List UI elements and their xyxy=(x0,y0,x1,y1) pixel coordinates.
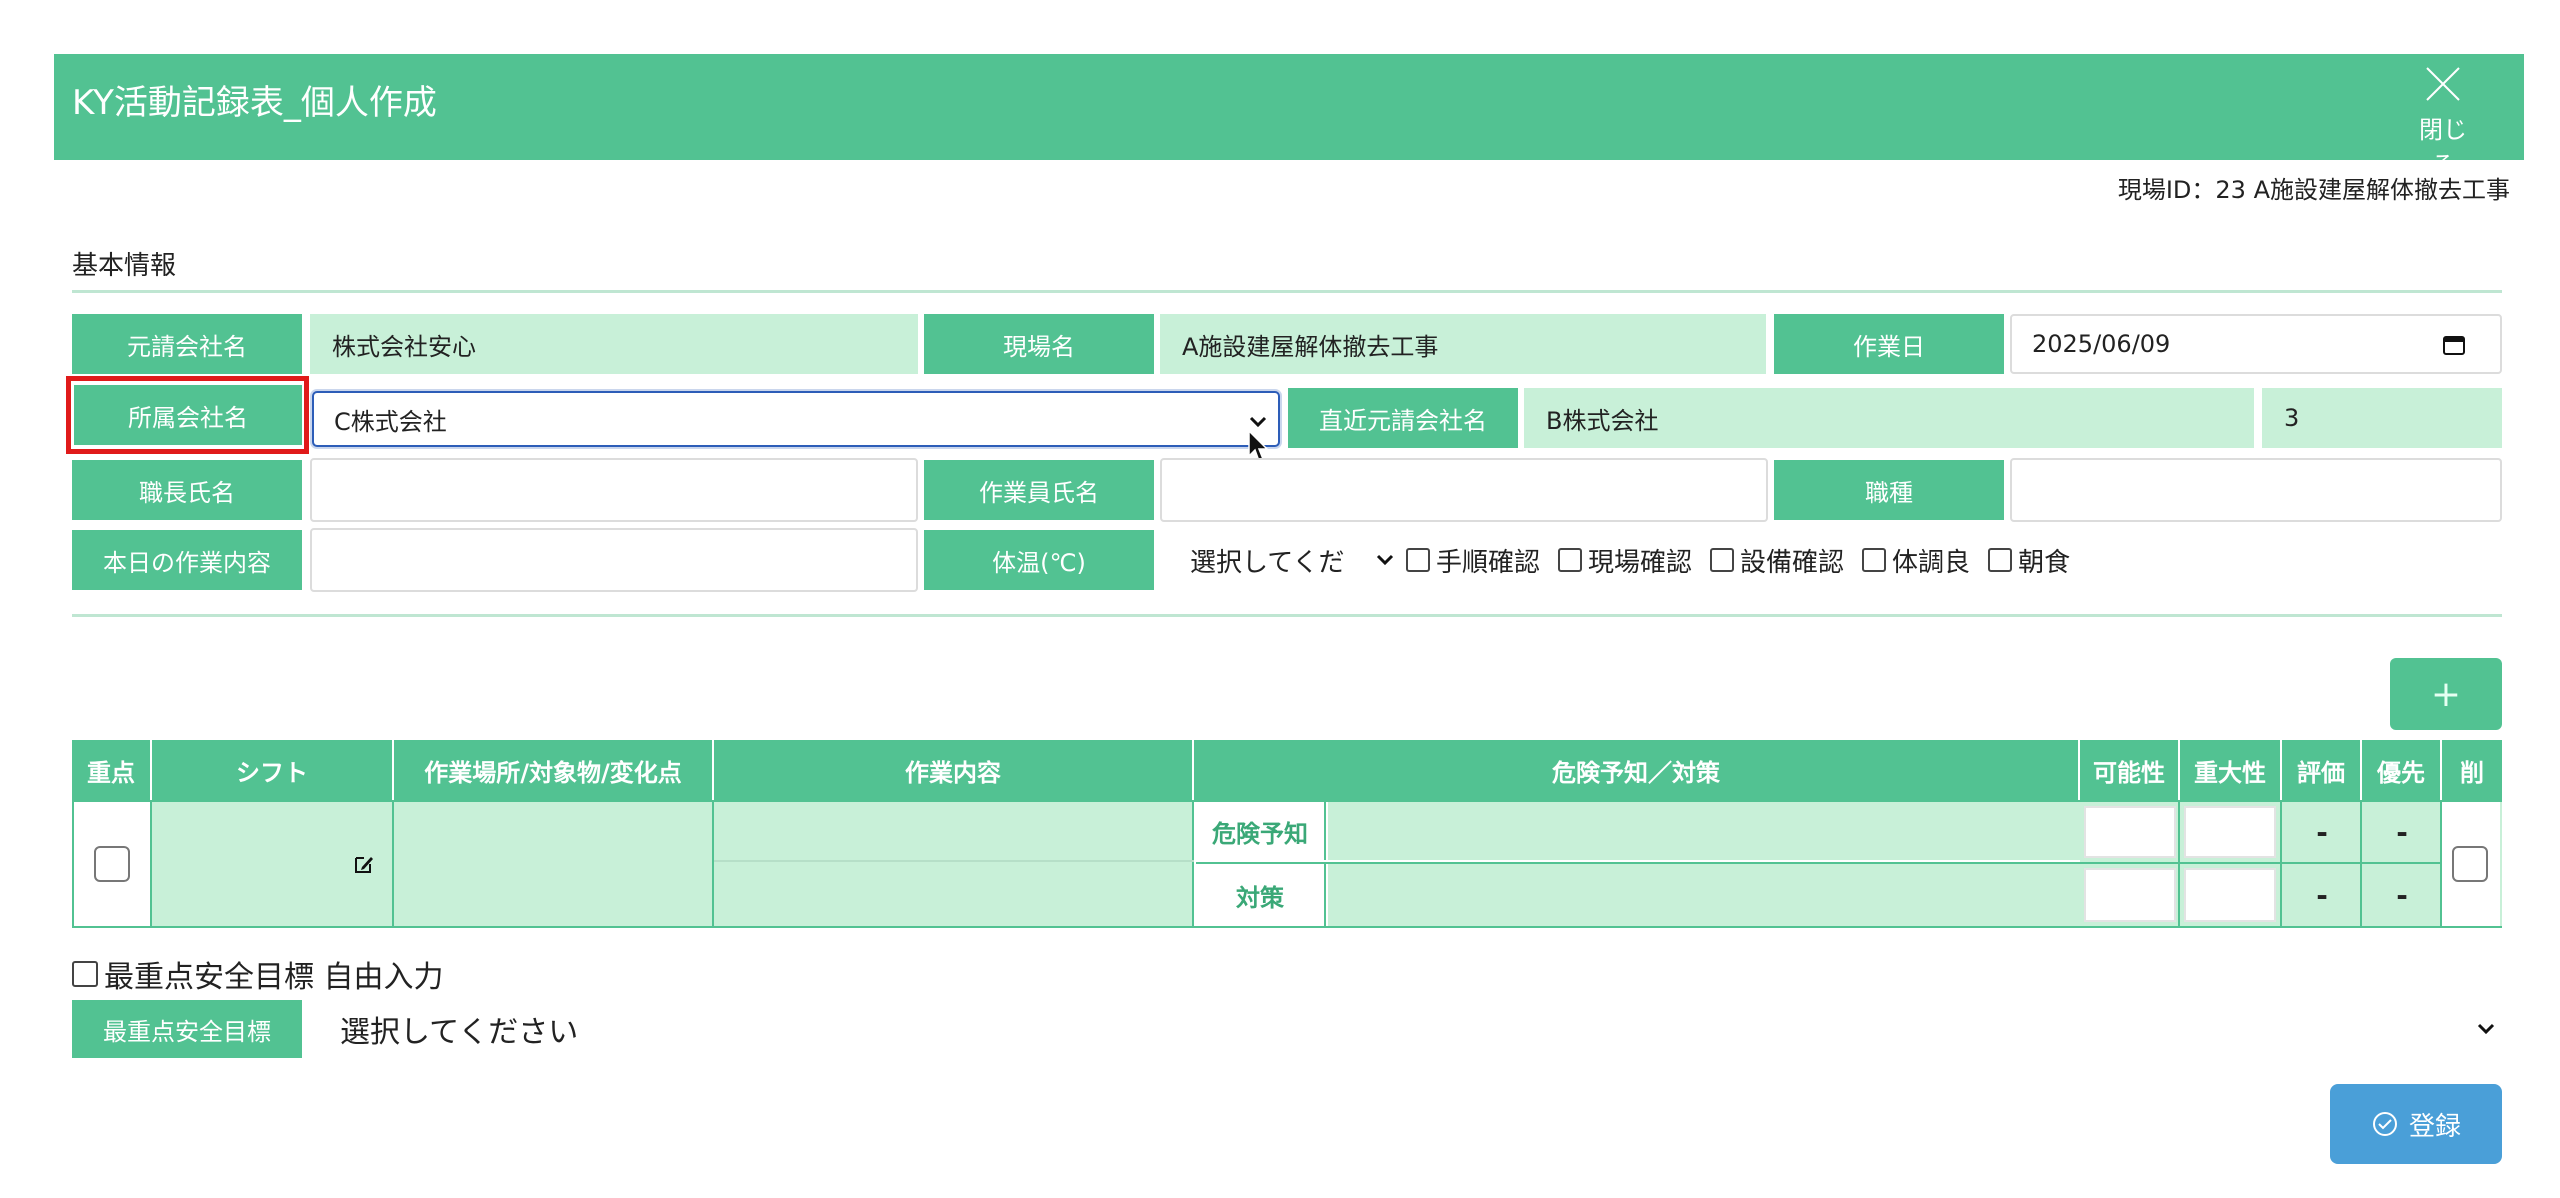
priority-value: - xyxy=(2396,815,2408,849)
checkbox[interactable] xyxy=(72,961,98,987)
check-health[interactable]: 体調良 xyxy=(1862,542,1970,579)
check-procedure[interactable]: 手順確認 xyxy=(1406,542,1540,579)
col-header-delete: 削 xyxy=(2442,740,2502,800)
col-header-hazard: 危険予知／対策 xyxy=(1194,740,2080,800)
checkbox[interactable] xyxy=(1558,548,1583,572)
evaluation-value: - xyxy=(2316,815,2328,849)
job-type-label: 職種 xyxy=(1774,460,2004,520)
delete-checkbox[interactable] xyxy=(2452,846,2488,882)
col-header-priority: 優先 xyxy=(2362,740,2442,800)
worker-input[interactable] xyxy=(1160,458,1768,522)
measure-input[interactable] xyxy=(1328,864,2080,926)
cell-divider xyxy=(714,860,1194,862)
foreman-input[interactable] xyxy=(310,458,918,522)
temperature-select[interactable]: 選択してくだ xyxy=(1168,534,1398,586)
work-content-cell[interactable] xyxy=(714,802,1194,926)
company-label: 所属会社名 xyxy=(74,385,302,445)
site-name-label: 現場名 xyxy=(924,314,1154,374)
work-date-value: 2025/06/09 xyxy=(2032,330,2171,358)
evaluation-value: - xyxy=(2316,878,2328,912)
delete-cell xyxy=(2442,802,2500,926)
edit-icon[interactable] xyxy=(352,852,376,876)
col-header-possibility: 可能性 xyxy=(2080,740,2180,800)
foreman-label: 職長氏名 xyxy=(72,460,302,520)
col-header-priority-flag: 重点 xyxy=(72,740,152,800)
divider xyxy=(72,614,2502,617)
safety-goal-label: 最重点安全目標 xyxy=(72,1000,302,1058)
col-header-work: 作業内容 xyxy=(714,740,1194,800)
add-row-button[interactable]: + xyxy=(2390,658,2502,730)
job-type-input[interactable] xyxy=(2010,458,2502,522)
cell-divider xyxy=(2080,862,2442,864)
possibility-input[interactable] xyxy=(2084,868,2176,922)
location-cell[interactable] xyxy=(394,802,714,926)
cell-divider xyxy=(2178,802,2180,926)
col-header-evaluation: 評価 xyxy=(2282,740,2362,800)
todays-work-label: 本日の作業内容 xyxy=(72,530,302,590)
direct-contractor-extra: 3 xyxy=(2262,388,2502,448)
work-date-input[interactable]: 2025/06/09 xyxy=(2010,314,2502,374)
worker-label: 作業員氏名 xyxy=(924,460,1154,520)
checkbox[interactable] xyxy=(1862,548,1887,572)
prime-contractor-value: 株式会社安心 xyxy=(310,314,918,374)
calendar-icon[interactable] xyxy=(2442,334,2466,356)
col-header-shift: シフト xyxy=(152,740,394,800)
col-header-severity: 重大性 xyxy=(2180,740,2282,800)
page-title: KY活動記録表_個人作成 xyxy=(72,83,437,123)
check-breakfast[interactable]: 朝食 xyxy=(1988,542,2070,579)
divider xyxy=(72,290,2502,293)
check-site[interactable]: 現場確認 xyxy=(1558,542,1692,579)
cell-divider xyxy=(2360,802,2362,926)
prime-contractor-label: 元請会社名 xyxy=(72,314,302,374)
checkbox[interactable] xyxy=(1710,548,1735,572)
safety-goal-select-value: 選択してください xyxy=(340,1015,579,1050)
cell-divider xyxy=(2280,802,2282,926)
possibility-input[interactable] xyxy=(2084,806,2176,858)
col-header-location: 作業場所/対象物/変化点 xyxy=(394,740,714,800)
hazard-input[interactable] xyxy=(1328,802,2080,860)
direct-contractor-value: B株式会社 xyxy=(1524,388,2254,448)
todays-work-input[interactable] xyxy=(310,528,918,592)
priority-flag-checkbox[interactable] xyxy=(94,846,130,882)
section-title-basic: 基本情報 xyxy=(72,251,177,281)
chevron-down-icon xyxy=(1249,416,1267,428)
check-equipment[interactable]: 設備確認 xyxy=(1710,542,1844,579)
priority-value: - xyxy=(2396,878,2408,912)
direct-contractor-label: 直近元請会社名 xyxy=(1288,388,1518,448)
register-button[interactable]: 登録 xyxy=(2330,1084,2502,1164)
work-date-label: 作業日 xyxy=(1774,314,2004,374)
shift-cell[interactable] xyxy=(152,802,394,926)
company-select[interactable]: C株式会社 xyxy=(312,391,1280,447)
close-button[interactable]: 閉じる xyxy=(2408,60,2478,179)
company-select-value: C株式会社 xyxy=(334,407,447,436)
hazard-sub-label: 危険予知 xyxy=(1196,802,1326,860)
measure-sub-label: 対策 xyxy=(1196,864,1326,926)
priority-flag-cell xyxy=(74,802,152,926)
health-checklist: 手順確認 現場確認 設備確認 体調良 朝食 xyxy=(1406,540,2088,580)
temperature-label: 体温(℃) xyxy=(924,530,1154,590)
checkbox[interactable] xyxy=(1406,548,1430,572)
temperature-select-value: 選択してくだ xyxy=(1190,547,1345,578)
check-circle-icon xyxy=(2372,1112,2397,1136)
close-icon xyxy=(2426,67,2460,101)
register-label: 登録 xyxy=(2408,1111,2461,1142)
free-input-label: 最重点安全目標 自由入力 xyxy=(104,960,444,995)
checkbox[interactable] xyxy=(1988,548,2013,572)
free-input-toggle[interactable]: 最重点安全目標 自由入力 xyxy=(72,952,444,996)
site-name-value: A施設建屋解体撤去工事 xyxy=(1160,314,1766,374)
chevron-down-icon xyxy=(1376,554,1394,566)
severity-input[interactable] xyxy=(2184,806,2276,858)
chevron-down-icon xyxy=(2477,1023,2495,1035)
safety-goal-select[interactable]: 選択してください xyxy=(310,1000,2500,1058)
site-id: 現場ID：23 A施設建屋解体撤去工事 xyxy=(2117,176,2510,204)
severity-input[interactable] xyxy=(2184,868,2276,922)
